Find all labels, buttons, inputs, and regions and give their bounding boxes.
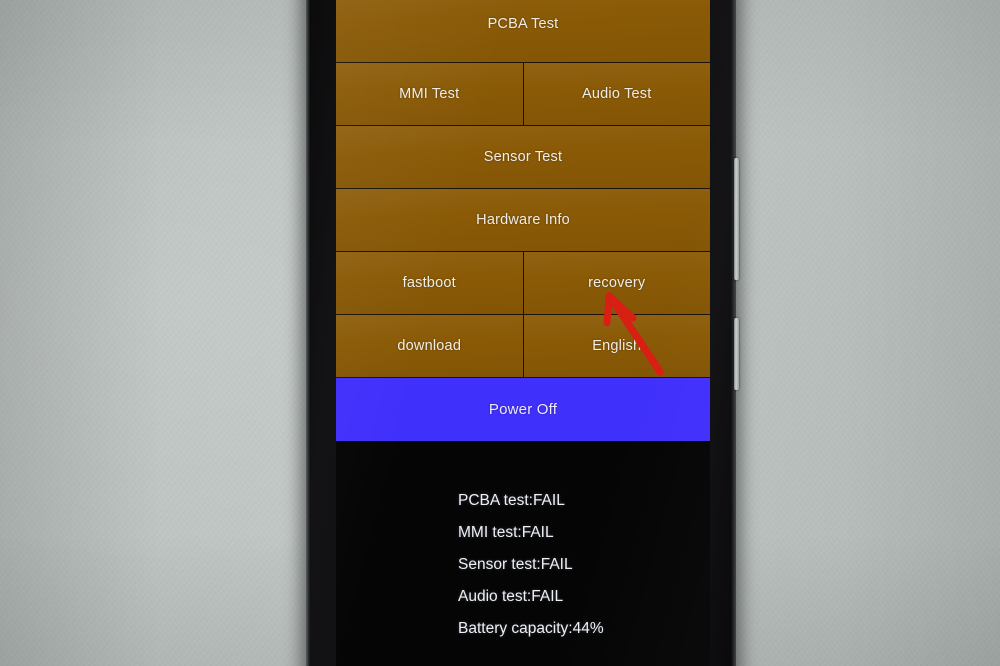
pcba-test-button[interactable]: PCBA Test [336, 0, 710, 62]
status-line-audio: Audio test:FAIL [458, 588, 564, 605]
mmi-test-button[interactable]: MMI Test [336, 63, 524, 125]
phone-screen: PCBA Test MMI Test Audio Test Sensor Tes… [336, 0, 710, 666]
fastboot-button[interactable]: fastboot [336, 252, 524, 314]
photo-scene: PCBA Test MMI Test Audio Test Sensor Tes… [0, 0, 1000, 666]
status-line-battery: Battery capacity:44% [458, 620, 604, 637]
status-line-mmi: MMI test:FAIL [458, 524, 554, 541]
power-side-button[interactable] [734, 318, 739, 390]
power-off-button[interactable]: Power Off [336, 378, 710, 441]
menu-row: download English [336, 315, 710, 378]
pcba-test-label: PCBA Test [487, 16, 559, 32]
menu-row: PCBA Test [336, 0, 710, 63]
download-button[interactable]: download [336, 315, 524, 377]
volume-rocker[interactable] [734, 158, 739, 280]
sensor-test-label: Sensor Test [483, 149, 563, 165]
sensor-test-button[interactable]: Sensor Test [336, 126, 710, 188]
language-button[interactable]: English [523, 315, 710, 377]
audio-test-label: Audio Test [582, 86, 652, 102]
power-off-row: Power Off [336, 378, 710, 441]
status-line-sensor: Sensor test:FAIL [458, 556, 573, 573]
language-label: English [592, 338, 642, 354]
mmi-test-label: MMI Test [399, 86, 460, 102]
fastboot-label: fastboot [402, 275, 456, 291]
recovery-button[interactable]: recovery [523, 252, 710, 314]
hardware-info-button[interactable]: Hardware Info [336, 189, 710, 251]
phone-left-edge-highlight [306, 0, 310, 666]
recovery-label: recovery [588, 275, 646, 291]
phone-body: PCBA Test MMI Test Audio Test Sensor Tes… [306, 0, 739, 666]
menu-row: fastboot recovery [336, 252, 710, 315]
hardware-info-label: Hardware Info [476, 212, 570, 228]
menu-row: Sensor Test [336, 126, 710, 189]
audio-test-button[interactable]: Audio Test [523, 63, 710, 125]
menu-row: Hardware Info [336, 189, 710, 252]
power-off-label: Power Off [488, 401, 558, 418]
factory-test-menu: PCBA Test MMI Test Audio Test Sensor Tes… [336, 0, 710, 441]
download-label: download [397, 338, 462, 354]
test-status-block: PCBA test:FAIL MMI test:FAIL Sensor test… [458, 485, 708, 645]
status-line-pcba: PCBA test:FAIL [458, 492, 565, 509]
menu-row: MMI Test Audio Test [336, 63, 710, 126]
